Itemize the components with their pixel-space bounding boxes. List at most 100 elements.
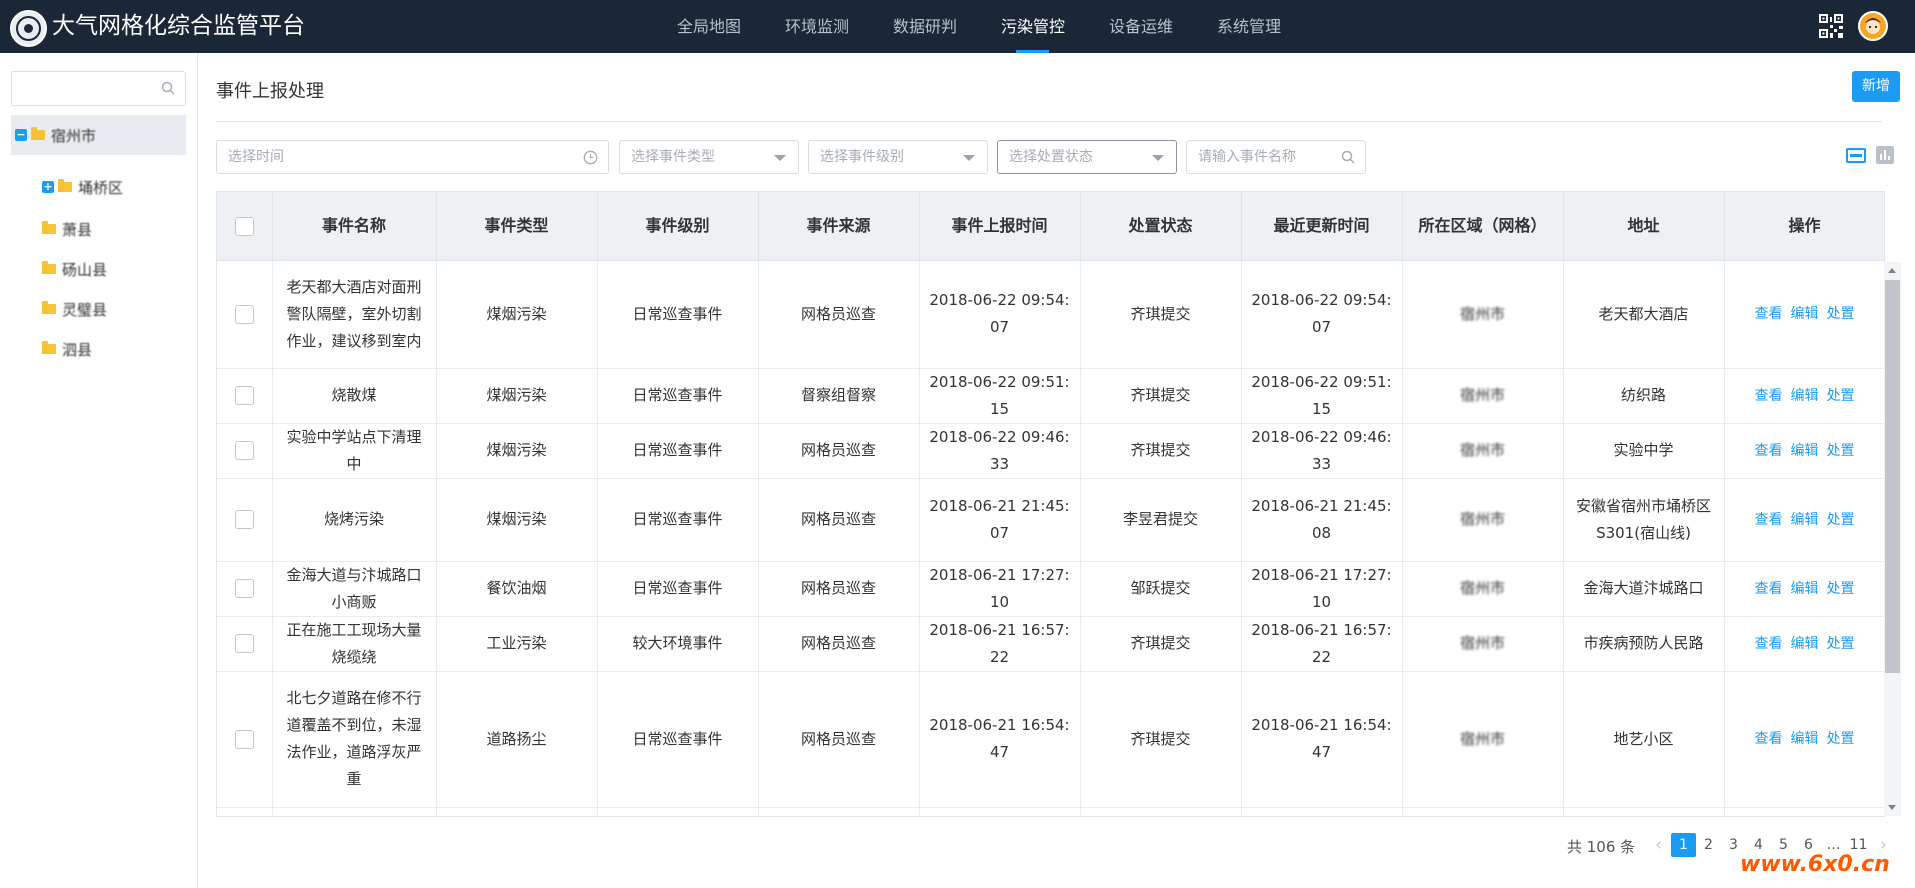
page-button[interactable]: 2	[1696, 833, 1721, 857]
tree-node-county[interactable]: 萧县	[42, 217, 92, 241]
row-checkbox[interactable]	[234, 579, 254, 598]
view-button[interactable]: 查看	[1755, 636, 1783, 652]
actions-cell: 查看 编辑 处置	[1724, 368, 1884, 424]
events-table: 事件名称 事件类型 事件级别 事件来源 事件上报时间 处置状态 最近更新时间 所…	[216, 191, 1885, 817]
table-row[interactable]: 烧烤污染 煤烟污染 日常巡查事件 网格员巡查 2018-06-21 21:45:07 李昱…	[217, 478, 1884, 562]
row-checkbox[interactable]	[234, 441, 254, 460]
edit-button[interactable]: 编辑	[1791, 581, 1819, 597]
table-row[interactable]: 北七夕道路在修不行道覆盖不到位，未湿法作业，道路浮灰严重 道路扬尘 日常巡查事件 网格…	[217, 671, 1884, 808]
cell-status: 李昱君提交	[1080, 478, 1242, 562]
card-view-icon[interactable]	[1846, 148, 1866, 163]
edit-button[interactable]: 编辑	[1791, 512, 1819, 528]
event-type-select[interactable]: 选择事件类型	[619, 140, 799, 174]
scrollbar-thumb[interactable]	[1885, 280, 1900, 673]
prev-page-button[interactable]: ‹	[1646, 833, 1671, 857]
scroll-down-icon[interactable]	[1888, 805, 1896, 810]
time-picker[interactable]: 选择时间	[216, 140, 609, 174]
table-row[interactable]: 金海大道与汴城路口小商贩 餐饮油烟 日常巡查事件 网格员巡查 2018-06-21 17…	[217, 561, 1884, 617]
cell-event-source: 网格员巡查	[758, 561, 920, 617]
handle-button[interactable]: 处置	[1827, 512, 1855, 528]
cell-event-name: 金海大道与汴城路口小商贩	[272, 561, 437, 617]
expand-icon[interactable]: +	[42, 181, 54, 193]
view-button[interactable]: 查看	[1755, 581, 1783, 597]
tree-node-label: 灵璧县	[62, 300, 108, 319]
column-header[interactable]: 事件类型	[436, 192, 598, 261]
column-header[interactable]: 地址	[1563, 192, 1725, 261]
search-icon[interactable]	[1341, 150, 1355, 164]
column-header[interactable]: 操作	[1724, 192, 1884, 261]
nav-item-env-monitoring[interactable]: 环境监测	[763, 0, 871, 53]
edit-button[interactable]: 编辑	[1791, 306, 1819, 322]
status-select[interactable]: 选择处置状态	[997, 140, 1177, 174]
cell-reported-time: 2018-06-21 21:45:07	[919, 478, 1081, 562]
view-button[interactable]: 查看	[1755, 512, 1783, 528]
edit-button[interactable]: 编辑	[1791, 731, 1819, 747]
event-name-input[interactable]: 请输入事件名称	[1186, 140, 1366, 174]
page-button[interactable]: 1	[1671, 833, 1696, 857]
table-row[interactable]: 烧散煤 煤烟污染 日常巡查事件 督察组督察 2018-06-22 09:51:15 齐琪提…	[217, 368, 1884, 424]
qr-code-icon[interactable]	[1819, 14, 1843, 38]
sidebar: − 宿州市 + 埇桥区 萧县 砀山县 灵璧县 泗县	[0, 53, 198, 888]
divider	[216, 121, 1882, 122]
cell-updated-time: 2018-06-22 09:46:33	[1241, 423, 1403, 479]
nav-item-system-admin[interactable]: 系统管理	[1195, 0, 1303, 53]
tree-node-county[interactable]: 泗县	[42, 337, 92, 361]
view-button[interactable]: 查看	[1755, 306, 1783, 322]
cell-event-source: 网格员巡查	[758, 478, 920, 562]
row-checkbox[interactable]	[234, 634, 254, 653]
cell-reported-time: 2018-06-22 09:54:07	[919, 260, 1081, 369]
view-button[interactable]: 查看	[1755, 388, 1783, 404]
column-header[interactable]: 处置状态	[1080, 192, 1242, 261]
main-nav: 全局地图 环境监测 数据研判 污染管控 设备运维 系统管理	[655, 0, 1303, 53]
column-header[interactable]: 事件级别	[597, 192, 759, 261]
edit-button[interactable]: 编辑	[1791, 388, 1819, 404]
folder-icon	[42, 341, 56, 354]
column-header[interactable]: 最近更新时间	[1241, 192, 1403, 261]
cell-event-level: 日常巡查事件	[597, 478, 759, 562]
nav-item-pollution-control[interactable]: 污染管控	[979, 0, 1087, 53]
handle-button[interactable]: 处置	[1827, 581, 1855, 597]
table-row[interactable]: 2018-06-21 16:0 2018-06-21 16:0	[217, 807, 1884, 816]
tree-node-county[interactable]: 砀山县	[42, 257, 107, 281]
table-row[interactable]: 老天都大酒店对面刑警队隔壁，室外切割作业，建议移到室内 煤烟污染 日常巡查事件 网格员…	[217, 260, 1884, 369]
column-header[interactable]: 事件来源	[758, 192, 920, 261]
handle-button[interactable]: 处置	[1827, 731, 1855, 747]
sidebar-search-input[interactable]	[11, 71, 186, 106]
cell-reported-time: 2018-06-21 16:54:47	[919, 671, 1081, 808]
tree-node-district[interactable]: + 埇桥区	[42, 175, 123, 199]
nav-item-device-ops[interactable]: 设备运维	[1087, 0, 1195, 53]
search-icon[interactable]	[161, 81, 175, 95]
table-row[interactable]: 实验中学站点下清理中 煤烟污染 日常巡查事件 网格员巡查 2018-06-22 09:4…	[217, 423, 1884, 479]
handle-button[interactable]: 处置	[1827, 636, 1855, 652]
handle-button[interactable]: 处置	[1827, 306, 1855, 322]
tree-node-county[interactable]: 灵璧县	[42, 297, 107, 321]
tree-node-root[interactable]: − 宿州市	[11, 115, 186, 155]
chart-view-icon[interactable]	[1876, 146, 1894, 164]
row-checkbox[interactable]	[234, 386, 254, 405]
handle-button[interactable]: 处置	[1827, 388, 1855, 404]
edit-button[interactable]: 编辑	[1791, 636, 1819, 652]
add-button[interactable]: 新增	[1852, 71, 1900, 102]
view-button[interactable]: 查看	[1755, 443, 1783, 459]
row-checkbox[interactable]	[234, 304, 254, 324]
row-checkbox[interactable]	[234, 729, 254, 749]
event-level-select[interactable]: 选择事件级别	[808, 140, 988, 174]
column-header[interactable]: 事件名称	[272, 192, 437, 261]
scroll-up-icon[interactable]	[1888, 268, 1896, 273]
status-placeholder: 选择处置状态	[1009, 149, 1093, 165]
column-header[interactable]: 事件上报时间	[919, 192, 1081, 261]
app-title: 大气网格化综合监管平台	[52, 13, 305, 39]
view-button[interactable]: 查看	[1755, 731, 1783, 747]
column-header[interactable]: 所在区域（网格）	[1402, 192, 1564, 261]
select-all-checkbox[interactable]	[234, 217, 254, 237]
user-avatar[interactable]	[1858, 11, 1888, 41]
edit-button[interactable]: 编辑	[1791, 443, 1819, 459]
collapse-icon[interactable]: −	[15, 129, 27, 141]
cell-event-name: 正在施工工现场大量烧缆绕	[272, 616, 437, 672]
nav-item-global-map[interactable]: 全局地图	[655, 0, 763, 53]
nav-item-data-analysis[interactable]: 数据研判	[871, 0, 979, 53]
handle-button[interactable]: 处置	[1827, 443, 1855, 459]
row-checkbox[interactable]	[234, 510, 254, 529]
table-row[interactable]: 正在施工工现场大量烧缆绕 工业污染 较大环境事件 网格员巡查 2018-06-21 16…	[217, 616, 1884, 672]
folder-icon	[31, 127, 45, 140]
